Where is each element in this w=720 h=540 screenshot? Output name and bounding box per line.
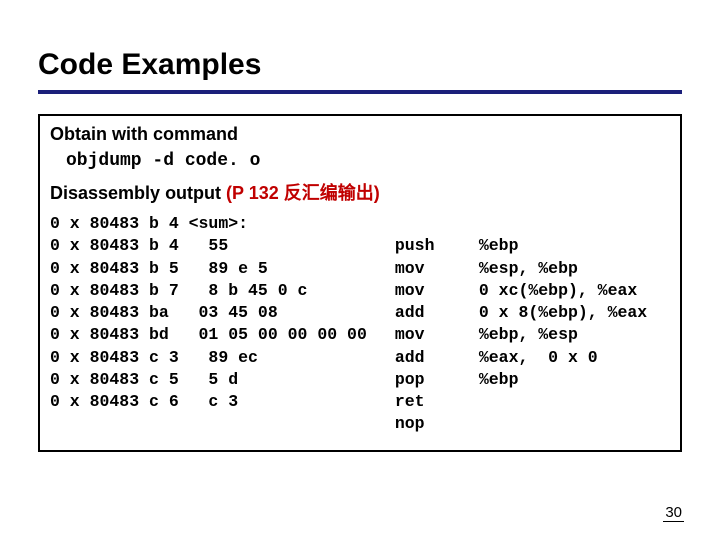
disassembly-block: 0 x 80483 b 4 <sum>: 0 x 80483 b 4 55 0 … bbox=[50, 211, 670, 436]
disasm-col-operands: %ebp %esp, %ebp 0 xc(%ebp), %eax 0 x 8(%… bbox=[479, 213, 647, 436]
slide-title: Code Examples bbox=[38, 48, 682, 82]
disasm-label-note: (P 132 反汇编输出) bbox=[226, 183, 380, 203]
disasm-label: Disassembly output (P 132 反汇编输出) bbox=[50, 179, 670, 205]
command-text: objdump -d code. o bbox=[66, 151, 670, 171]
obtain-label: Obtain with command bbox=[50, 124, 670, 145]
title-rule bbox=[38, 90, 682, 94]
disasm-col-mnemonic: push mov mov add mov add pop ret nop bbox=[395, 213, 451, 436]
disasm-label-prefix: Disassembly output bbox=[50, 183, 226, 203]
page-number: 30 bbox=[663, 504, 684, 522]
content-box: Obtain with command objdump -d code. o D… bbox=[38, 114, 682, 452]
disasm-col-address-bytes: 0 x 80483 b 4 <sum>: 0 x 80483 b 4 55 0 … bbox=[50, 213, 367, 436]
